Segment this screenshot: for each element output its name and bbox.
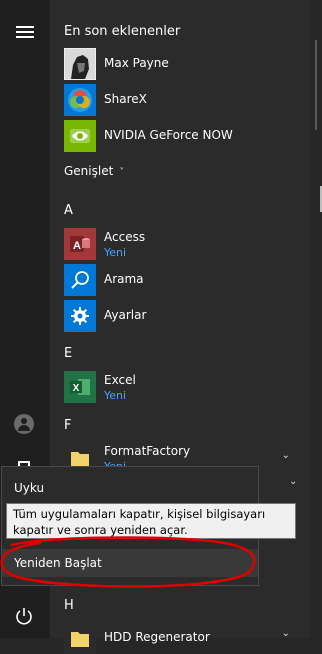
letter-header-f[interactable]: F [64,418,71,433]
recent-section-title: En son eklenenler [64,24,181,39]
scrollbar[interactable] [310,0,322,638]
expand-chevron-formatfactory[interactable] [290,444,302,476]
excel-icon: X [64,371,96,403]
letter-header-h[interactable]: H [64,598,74,613]
app-item-sharex[interactable]: ShareX [64,84,290,116]
max-payne-icon [64,48,96,80]
gear-icon [64,300,96,332]
hamburger-menu-icon[interactable] [16,26,34,38]
nvidia-icon [64,120,96,152]
tooltip-text: Tüm uygulamaları kapatır, kişisel bilgis… [13,507,266,537]
expand-label: Genişlet [64,164,114,178]
scrollbar-thumb[interactable] [315,40,317,130]
app-name: Max Payne [104,56,169,70]
app-name: Excel [104,373,136,387]
restart-option[interactable]: Yeniden Başlat [2,549,258,577]
app-name: Access [104,230,146,244]
app-name: NVIDIA GeForce NOW [104,128,233,142]
app-name: FormatFactory [104,444,191,458]
sharex-icon [64,84,96,116]
app-name: ShareX [104,92,147,106]
app-item-access[interactable]: A Access Yeni [64,228,290,260]
chevron-down-icon[interactable]: ⌄ [289,476,297,487]
chevron-down-icon: ˅ [119,167,125,178]
app-name: Ayarlar [104,308,147,322]
app-name: HDD Regenerator [104,630,210,644]
app-item-excel[interactable]: X Excel Yeni [64,371,290,403]
chevron-down-icon[interactable]: ⌄ [282,628,290,639]
letter-header-e[interactable]: E [64,346,72,361]
access-icon: A [64,228,96,260]
app-item-nvidia-geforce-now[interactable]: NVIDIA GeForce NOW [64,120,290,152]
app-item-hdd-regenerator[interactable]: HDD Regenerator ⌄ [64,622,290,654]
sleep-label: Uyku [14,481,45,495]
app-item-ayarlar[interactable]: Ayarlar [64,300,290,332]
letter-header-a[interactable]: A [64,203,73,218]
app-name: Arama [104,272,144,286]
app-item-arama[interactable]: Arama [64,264,290,296]
new-badge: Yeni [104,389,127,402]
folder-icon [64,622,96,654]
restart-label: Yeniden Başlat [14,556,102,570]
restart-tooltip: Tüm uygulamaları kapatır, kişisel bilgis… [6,503,296,539]
expand-button[interactable]: Genişlet ˅ [64,164,124,178]
search-icon [64,264,96,296]
new-badge: Yeni [104,246,127,259]
svg-text:A: A [73,240,81,252]
svg-text:X: X [73,383,80,394]
chevron-down-icon[interactable]: ⌄ [282,450,290,461]
power-icon[interactable] [14,606,34,626]
app-item-max-payne[interactable]: Max Payne [64,48,290,80]
user-account-icon[interactable] [14,414,34,434]
